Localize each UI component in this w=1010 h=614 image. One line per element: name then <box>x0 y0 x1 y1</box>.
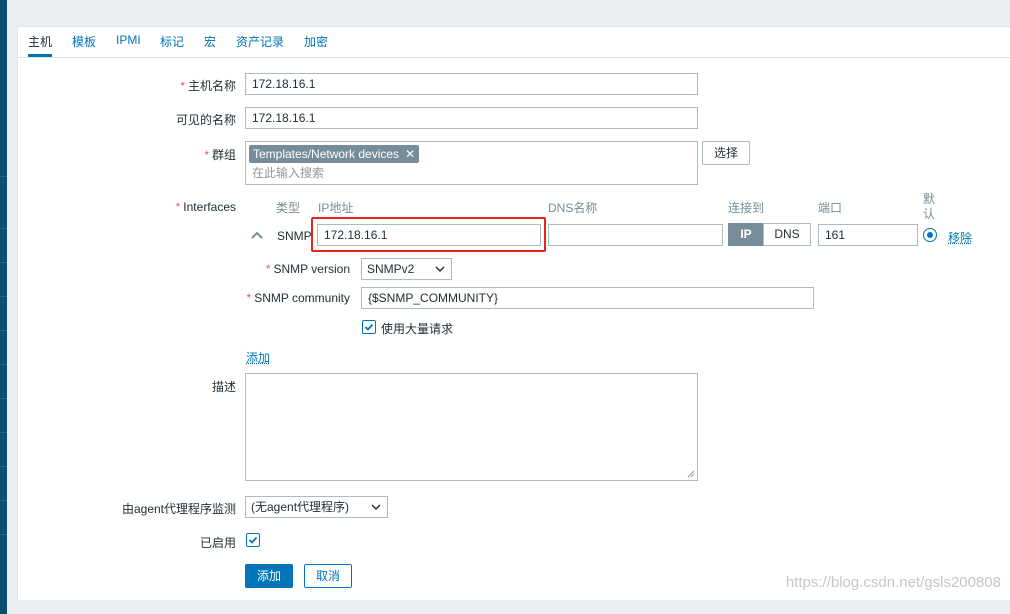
snmp-version-select[interactable]: SNMPv2 <box>361 258 452 280</box>
tab-inventory[interactable]: 资产记录 <box>236 33 284 55</box>
tab-encryption[interactable]: 加密 <box>304 33 328 55</box>
tab-tags[interactable]: 标记 <box>160 33 184 55</box>
snmp-version-label: * SNMP version <box>130 262 350 276</box>
checkmark-icon <box>364 323 374 331</box>
proxy-value: (无agent代理程序) <box>251 500 350 514</box>
enabled-label: 已启用 <box>199 536 236 550</box>
proxy-select[interactable]: (无agent代理程序) <box>245 496 388 518</box>
close-icon[interactable]: ✕ <box>405 147 415 161</box>
snmp-community-label-text: SNMP community <box>254 291 350 305</box>
add-interface-link[interactable]: 添加 <box>246 349 270 366</box>
host-name-label-text: 主机名称 <box>187 79 236 93</box>
description-textarea[interactable] <box>245 373 698 481</box>
sidebar-divider <box>0 398 7 399</box>
column-dns: DNS名称 <box>548 201 598 215</box>
host-name-label: * 主机名称 <box>16 77 236 94</box>
left-sidebar <box>0 0 7 614</box>
chevron-up-icon[interactable] <box>250 229 264 243</box>
chevron-down-icon <box>371 497 381 525</box>
visible-name-label: 可见的名称 <box>175 113 236 127</box>
group-tag: Templates/Network devices ✕ <box>249 145 420 163</box>
sidebar-divider <box>0 296 7 297</box>
remove-interface-link[interactable]: 移除 <box>948 229 972 246</box>
groups-search-placeholder[interactable]: 在此输入搜索 <box>252 164 324 182</box>
column-connect-to: 连接到 <box>728 201 765 215</box>
sidebar-divider <box>0 262 7 263</box>
snmp-version-value: SNMPv2 <box>367 262 415 276</box>
sidebar-divider <box>0 500 7 501</box>
connect-dns-toggle[interactable]: DNS <box>763 223 811 246</box>
interfaces-label: * Interfaces <box>16 200 236 214</box>
description-label: 描述 <box>211 380 236 394</box>
bulk-requests-checkbox[interactable] <box>362 320 376 334</box>
column-ip: IP地址 <box>318 201 354 215</box>
radio-dot <box>927 232 933 238</box>
interfaces-label-text: Interfaces <box>183 200 236 214</box>
snmp-community-input[interactable]: {$SNMP_COMMUNITY} <box>361 287 814 309</box>
highlight-annotation <box>311 217 546 252</box>
proxy-label: 由agent代理程序监测 <box>121 502 236 516</box>
column-port: 端口 <box>818 201 843 215</box>
top-strip <box>7 0 1010 15</box>
bulk-requests-label: 使用大量请求 <box>381 322 454 336</box>
checkmark-icon <box>248 536 258 544</box>
chevron-down-icon <box>435 259 445 287</box>
host-name-input[interactable]: 172.18.16.1 <box>245 73 698 95</box>
sidebar-divider <box>0 330 7 331</box>
bottom-strip <box>7 600 1010 614</box>
interface-port-input[interactable]: 161 <box>818 224 918 246</box>
required-mark: * <box>246 291 252 305</box>
visible-name-input[interactable]: 172.18.16.1 <box>245 107 698 129</box>
host-form-panel: 主机 模板 IPMI 标记 宏 资产记录 加密 * 主机名称 172.18.16.… <box>17 26 1010 601</box>
sidebar-divider <box>0 228 7 229</box>
column-type: 类型 <box>276 201 301 215</box>
tab-host[interactable]: 主机 <box>28 33 53 57</box>
enabled-checkbox[interactable] <box>246 533 260 547</box>
add-button[interactable]: 添加 <box>245 564 293 588</box>
group-tag-label: Templates/Network devices <box>253 147 400 161</box>
sidebar-divider <box>0 466 7 467</box>
sidebar-divider <box>0 534 7 535</box>
tab-macros[interactable]: 宏 <box>204 33 216 55</box>
watermark: https://blog.csdn.net/gsls200808 <box>785 574 1001 591</box>
sidebar-divider <box>0 364 7 365</box>
tab-bar: 主机 模板 IPMI 标记 宏 资产记录 加密 <box>18 27 1010 58</box>
interface-type: SNMP <box>277 229 312 243</box>
interface-dns-input[interactable] <box>548 224 723 246</box>
select-groups-button[interactable]: 选择 <box>702 141 750 165</box>
required-mark: * <box>204 148 209 162</box>
connect-ip-toggle[interactable]: IP <box>728 223 764 246</box>
resize-grip-icon <box>687 470 695 478</box>
tab-templates[interactable]: 模板 <box>72 33 96 55</box>
sidebar-divider <box>0 432 7 433</box>
default-interface-radio[interactable] <box>923 228 937 242</box>
groups-label: * 群组 <box>16 146 236 163</box>
required-mark: * <box>265 262 271 276</box>
groups-multiselect[interactable]: Templates/Network devices ✕ 在此输入搜索 <box>245 141 698 185</box>
cancel-button[interactable]: 取消 <box>304 564 352 588</box>
required-mark: * <box>180 79 185 93</box>
groups-label-text: 群组 <box>211 148 236 162</box>
sidebar-divider <box>0 176 7 177</box>
column-default: 默认 <box>923 192 936 221</box>
snmp-community-label: * SNMP community <box>130 291 350 305</box>
tab-ipmi[interactable]: IPMI <box>116 33 141 55</box>
required-mark: * <box>175 200 181 214</box>
snmp-version-label-text: SNMP version <box>273 262 350 276</box>
